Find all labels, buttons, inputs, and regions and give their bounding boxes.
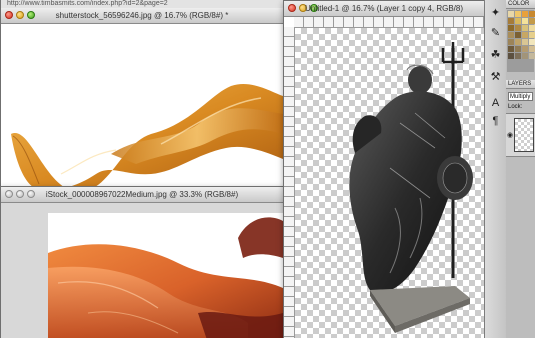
color-swatch[interactable] [515, 25, 521, 31]
window-controls [5, 190, 35, 198]
color-swatch[interactable] [522, 46, 528, 52]
color-swatch[interactable] [529, 32, 535, 38]
tool-presets-icon[interactable]: ⚒ [488, 70, 503, 85]
minimize-button[interactable] [16, 11, 24, 19]
color-swatch[interactable] [508, 46, 514, 52]
browser-url-text: http://www.timbasmits.com/index.php?id=2… [1, 0, 283, 8]
document-canvas[interactable] [1, 203, 283, 338]
window-controls [5, 11, 35, 19]
right-panels: COLOR LAYERS Multiply Lock: ◉ [506, 0, 535, 338]
visibility-eye-icon[interactable]: ◉ [507, 131, 513, 139]
photoshop-workspace: http://www.timbasmits.com/index.php?id=2… [0, 0, 535, 338]
window-titlebar[interactable]: Untitled-1 @ 16.7% (Layer 1 copy 4, RGB/… [284, 1, 484, 17]
color-swatch[interactable] [522, 18, 528, 24]
color-swatch[interactable] [522, 25, 528, 31]
document-canvas[interactable] [1, 24, 283, 192]
close-button[interactable] [288, 4, 296, 12]
window-titlebar[interactable]: shutterstock_56596246.jpg @ 16.7% (RGB/8… [1, 8, 283, 24]
color-swatch[interactable] [515, 39, 521, 45]
color-swatch[interactable] [515, 11, 521, 17]
transparent-canvas[interactable] [295, 28, 484, 338]
type-icon[interactable]: A [488, 96, 503, 111]
panel-icon-strip: ✦ ✎ ☘ ⚒ A ¶ [484, 0, 507, 338]
brush-preset-icon[interactable]: ✎ [488, 26, 503, 41]
blend-mode-select[interactable]: Multiply [508, 92, 533, 101]
color-swatch[interactable] [529, 18, 535, 24]
color-swatch[interactable] [515, 53, 521, 59]
color-swatch[interactable] [508, 18, 514, 24]
color-swatch-grid [507, 10, 535, 72]
paragraph-icon[interactable]: ¶ [488, 114, 503, 129]
color-swatch[interactable] [508, 53, 514, 59]
color-swatch[interactable] [522, 53, 528, 59]
color-swatch[interactable] [522, 32, 528, 38]
statue-image [349, 42, 473, 333]
clone-source-icon[interactable]: ☘ [488, 48, 503, 63]
color-swatch[interactable] [522, 39, 528, 45]
color-swatch[interactable] [508, 39, 514, 45]
color-swatch[interactable] [515, 32, 521, 38]
color-swatch[interactable] [515, 18, 521, 24]
document-window-istock[interactable]: iStock_000008967022Medium.jpg @ 33.3% (R… [0, 186, 284, 338]
color-swatch[interactable] [508, 32, 514, 38]
color-swatch[interactable] [529, 53, 535, 59]
close-button[interactable] [5, 11, 13, 19]
tab-layers[interactable]: LAYERS [506, 80, 535, 89]
layer-thumbnail [514, 118, 534, 152]
window-titlebar[interactable]: iStock_000008967022Medium.jpg @ 33.3% (R… [1, 187, 283, 203]
window-title: Untitled-1 @ 16.7% (Layer 1 copy 4, RGB/… [305, 4, 463, 13]
layer-row[interactable]: ◉ [506, 113, 535, 157]
horizontal-ruler[interactable] [294, 17, 484, 28]
window-title: shutterstock_56596246.jpg @ 16.7% (RGB/8… [55, 11, 229, 20]
minimize-button[interactable] [16, 190, 24, 198]
orange-fabric-image [48, 217, 283, 338]
color-swatch[interactable] [529, 25, 535, 31]
image-area [48, 213, 283, 338]
document-window-untitled[interactable]: Untitled-1 @ 16.7% (Layer 1 copy 4, RGB/… [283, 0, 485, 338]
color-swatch[interactable] [508, 11, 514, 17]
zoom-button[interactable] [27, 11, 35, 19]
color-swatch[interactable] [522, 11, 528, 17]
document-window-shutterstock[interactable]: http://www.timbasmits.com/index.php?id=2… [0, 0, 284, 193]
vertical-ruler[interactable] [284, 27, 295, 338]
tab-color[interactable]: COLOR [506, 0, 535, 9]
character-icon[interactable]: ✦ [488, 6, 503, 21]
color-swatch[interactable] [508, 25, 514, 31]
close-button[interactable] [5, 190, 13, 198]
zoom-button[interactable] [27, 190, 35, 198]
lock-label: Lock: [508, 104, 523, 110]
window-title: iStock_000008967022Medium.jpg @ 33.3% (R… [45, 190, 239, 199]
silk-fabric-image [11, 84, 283, 192]
color-swatch[interactable] [529, 11, 535, 17]
color-swatch[interactable] [529, 46, 535, 52]
color-swatch[interactable] [515, 46, 521, 52]
color-swatch[interactable] [529, 39, 535, 45]
